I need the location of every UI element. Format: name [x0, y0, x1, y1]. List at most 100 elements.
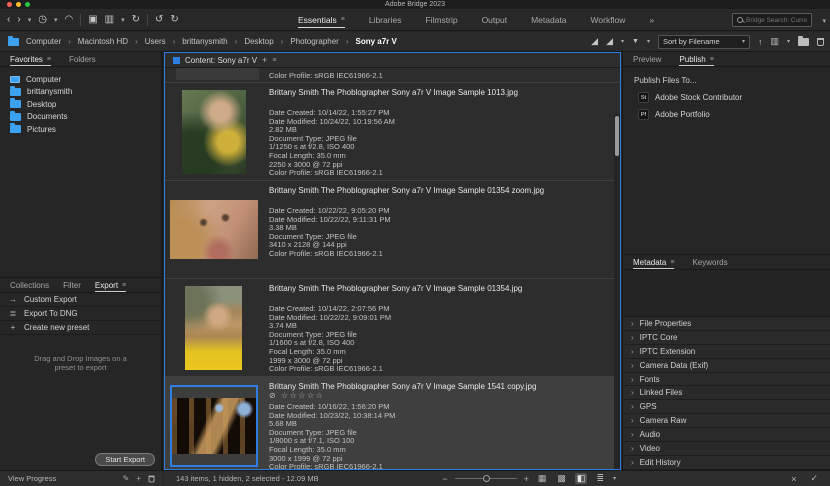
- thumbnail-quality-icon[interactable]: ◢: [591, 36, 598, 47]
- publish-service-portfolio[interactable]: Pf Adobe Portfolio: [638, 109, 830, 120]
- file-thumbnail[interactable]: [181, 89, 246, 174]
- filter-icon[interactable]: ▼: [632, 38, 639, 45]
- star-rating[interactable]: ⊘ ☆☆☆☆☆: [269, 391, 614, 401]
- metadata-section-camera-raw[interactable]: › Camera Raw: [623, 414, 830, 429]
- metadata-section-linked-files[interactable]: › Linked Files: [623, 386, 830, 401]
- start-export-button[interactable]: Start Export: [95, 453, 155, 466]
- quality-chevron-icon[interactable]: ▾: [621, 38, 624, 45]
- grid-view-icon[interactable]: ▦: [536, 473, 549, 484]
- file-row-selected[interactable]: Brittany Smith The Phoblographer Sony a7…: [165, 377, 620, 469]
- delete-item-icon[interactable]: [817, 37, 824, 46]
- export-preset-dng[interactable]: ≣ Export To DNG: [0, 307, 161, 321]
- breadcrumb-segment[interactable]: Users: [145, 37, 166, 46]
- panel-menu-icon[interactable]: ≡: [670, 259, 674, 266]
- file-thumbnail[interactable]: [169, 200, 258, 259]
- metadata-section-iptc-extension[interactable]: › IPTC Extension: [623, 344, 830, 359]
- file-thumbnail[interactable]: [185, 285, 242, 370]
- zoom-in-icon[interactable]: +: [524, 474, 529, 484]
- tab-filter[interactable]: Filter: [63, 278, 81, 292]
- edit-preset-icon[interactable]: ✎: [123, 474, 130, 483]
- apply-metadata-icon[interactable]: ✓: [810, 473, 818, 484]
- recent-history-icon[interactable]: ◷: [38, 14, 47, 25]
- chevron-down-icon[interactable]: ▾: [28, 16, 32, 24]
- breadcrumb-segment[interactable]: Computer: [26, 37, 61, 46]
- tab-preview[interactable]: Preview: [633, 52, 661, 66]
- workspace-tab-output[interactable]: Output: [482, 12, 508, 27]
- sidebar-item-pictures[interactable]: Pictures: [0, 123, 161, 136]
- move-copy-icon[interactable]: ▥: [105, 14, 114, 25]
- rotate-left-icon[interactable]: ↺: [155, 14, 163, 25]
- search-input[interactable]: [746, 16, 807, 24]
- tab-keywords[interactable]: Keywords: [692, 255, 727, 269]
- search-scope-chevron-icon[interactable]: ▾: [822, 17, 826, 25]
- breadcrumb-segment[interactable]: Desktop: [244, 37, 273, 46]
- breadcrumb-segment-current[interactable]: Sony a7r V: [356, 37, 397, 46]
- file-row[interactable]: Brittany Smith The Phoblographer Sony a7…: [165, 181, 620, 279]
- boomerang-icon[interactable]: ◠: [64, 14, 73, 25]
- content-scrollbar[interactable]: [614, 114, 620, 469]
- slider-knob[interactable]: [482, 474, 490, 482]
- metadata-section-file-properties[interactable]: › File Properties: [623, 317, 830, 331]
- back-icon[interactable]: ‹: [7, 14, 10, 25]
- tab-favorites[interactable]: Favorites ≡: [10, 52, 51, 66]
- thumbnail-view-icon[interactable]: ▩: [555, 473, 568, 484]
- metadata-section-camera-data[interactable]: › Camera Data (Exif): [623, 358, 830, 373]
- workspace-tab-essentials[interactable]: Essentials ≡: [298, 12, 345, 28]
- delete-preset-icon[interactable]: [148, 475, 155, 482]
- sidebar-item-desktop[interactable]: Desktop: [0, 98, 161, 111]
- workspace-overflow-icon[interactable]: »: [649, 12, 654, 27]
- no-rating-icon[interactable]: ⊘: [269, 391, 277, 400]
- export-preset-custom[interactable]: → Custom Export: [0, 293, 161, 307]
- sidebar-item-computer[interactable]: Computer: [0, 73, 161, 86]
- publish-service-stock[interactable]: St Adobe Stock Contributor: [638, 92, 830, 103]
- bridge-search[interactable]: [732, 13, 812, 27]
- create-new-preset-button[interactable]: + Create new preset: [0, 321, 161, 335]
- add-tab-icon[interactable]: +: [262, 55, 267, 65]
- tab-export[interactable]: Export ≡: [95, 278, 126, 292]
- tab-publish[interactable]: Publish ≡: [679, 52, 713, 66]
- content-menu-icon[interactable]: ≡: [272, 57, 276, 64]
- sort-ascending-icon[interactable]: ↑: [758, 37, 763, 47]
- details-view-icon[interactable]: ◧: [574, 473, 588, 484]
- workspace-menu-icon[interactable]: ≡: [341, 16, 345, 23]
- tab-metadata[interactable]: Metadata ≡: [633, 255, 674, 269]
- file-row[interactable]: Brittany Smith The Phoblographer Sony a7…: [165, 83, 620, 181]
- get-photos-camera-icon[interactable]: ▣: [88, 14, 97, 25]
- sidebar-item-brittanysmith[interactable]: brittanysmith: [0, 85, 161, 99]
- sort-dropdown[interactable]: Sort by Filename ▾: [657, 34, 750, 49]
- zoom-out-icon[interactable]: −: [442, 474, 447, 484]
- metadata-section-video[interactable]: › Video: [623, 442, 830, 456]
- filter-chevron-icon[interactable]: ▾: [647, 38, 650, 45]
- view-progress-link[interactable]: View Progress: [8, 474, 56, 483]
- metadata-section-iptc-core[interactable]: › IPTC Core: [623, 330, 830, 345]
- metadata-section-edit-history[interactable]: › Edit History: [623, 455, 830, 470]
- export-dropzone[interactable]: Drag and Drop Images on a preset to expo…: [4, 338, 157, 452]
- view-options-chevron-icon[interactable]: ▾: [613, 475, 616, 482]
- tab-collections[interactable]: Collections: [10, 278, 49, 292]
- refresh-icon[interactable]: ↻: [132, 14, 140, 25]
- thumbnail-size-slider[interactable]: [454, 474, 517, 482]
- workspace-tab-metadata[interactable]: Metadata: [531, 12, 566, 27]
- tab-folders[interactable]: Folders: [69, 52, 96, 66]
- star-icons[interactable]: ☆☆☆☆☆: [281, 391, 324, 400]
- move-copy-chevron-icon[interactable]: ▾: [121, 16, 125, 24]
- rotate-right-icon[interactable]: ↻: [170, 14, 178, 25]
- panel-menu-icon[interactable]: ≡: [710, 56, 714, 63]
- panel-menu-icon[interactable]: ≡: [47, 56, 51, 63]
- workspace-tab-workflow[interactable]: Workflow: [591, 12, 626, 27]
- breadcrumb-segment[interactable]: brittanysmith: [182, 37, 227, 46]
- list-view-icon[interactable]: ≣: [594, 473, 606, 484]
- metadata-section-fonts[interactable]: › Fonts: [623, 372, 830, 387]
- workspace-tab-libraries[interactable]: Libraries: [369, 12, 402, 27]
- cancel-metadata-icon[interactable]: ×: [791, 474, 796, 484]
- open-in-camera-raw-icon[interactable]: ▥: [770, 36, 779, 47]
- metadata-section-gps[interactable]: › GPS: [623, 400, 830, 415]
- forward-icon[interactable]: ›: [17, 14, 20, 25]
- history-chevron-icon[interactable]: ▾: [54, 16, 58, 24]
- breadcrumb-segment[interactable]: Photographer: [290, 37, 338, 46]
- scrollbar-thumb[interactable]: [615, 116, 619, 156]
- metadata-section-audio[interactable]: › Audio: [623, 428, 830, 443]
- sidebar-item-documents[interactable]: Documents: [0, 110, 161, 124]
- new-folder-icon[interactable]: [798, 35, 809, 46]
- file-row[interactable]: Brittany Smith The Phoblographer Sony a7…: [165, 279, 620, 377]
